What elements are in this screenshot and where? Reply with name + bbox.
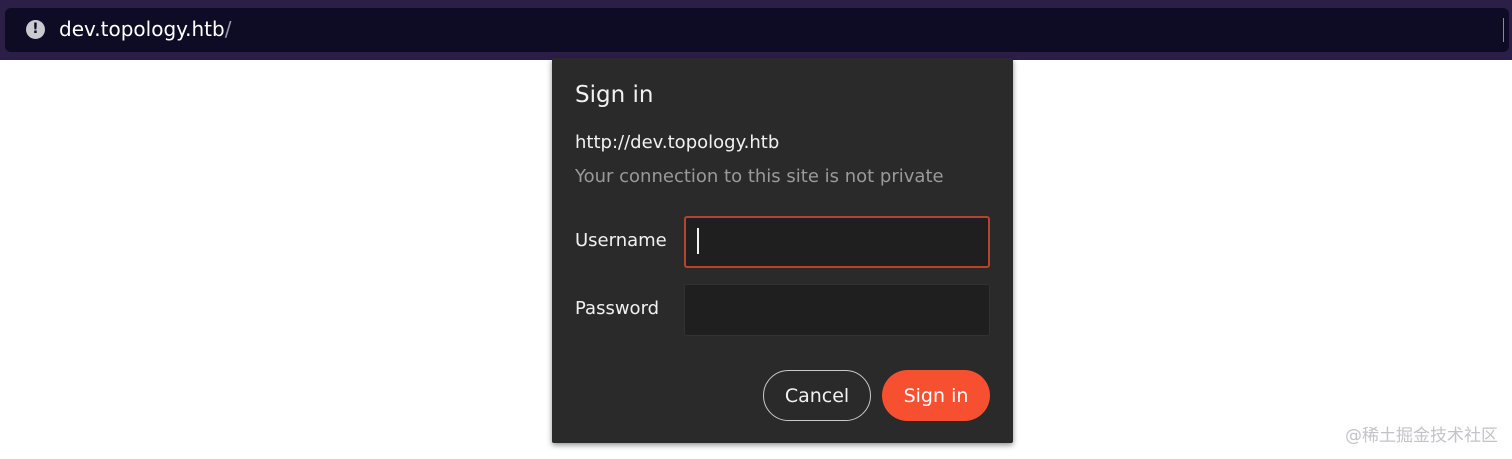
watermark: @稀土掘金技术社区 [1345,426,1498,446]
dialog-title: Sign in [575,82,654,108]
sign-in-dialog: Sign in http://dev.topology.htb Your con… [552,58,1013,443]
password-label: Password [575,298,660,319]
address-bar-divider [1503,18,1504,42]
url-host: dev.topology.htb [59,17,225,41]
connection-warning: Your connection to this site is not priv… [575,166,944,187]
site-info-icon[interactable]: ! [26,20,45,39]
address-bar[interactable]: ! dev.topology.htb/ [5,8,1509,52]
username-label: Username [575,230,667,251]
sign-in-button[interactable]: Sign in [882,370,990,421]
username-field[interactable] [684,216,990,268]
url-text[interactable]: dev.topology.htb/ [59,17,231,41]
text-cursor [697,228,699,254]
url-path: / [224,17,232,41]
browser-toolbar: ! dev.topology.htb/ [0,0,1512,60]
cancel-button[interactable]: Cancel [763,370,871,421]
password-field[interactable] [684,284,990,336]
dialog-origin: http://dev.topology.htb [575,132,780,153]
